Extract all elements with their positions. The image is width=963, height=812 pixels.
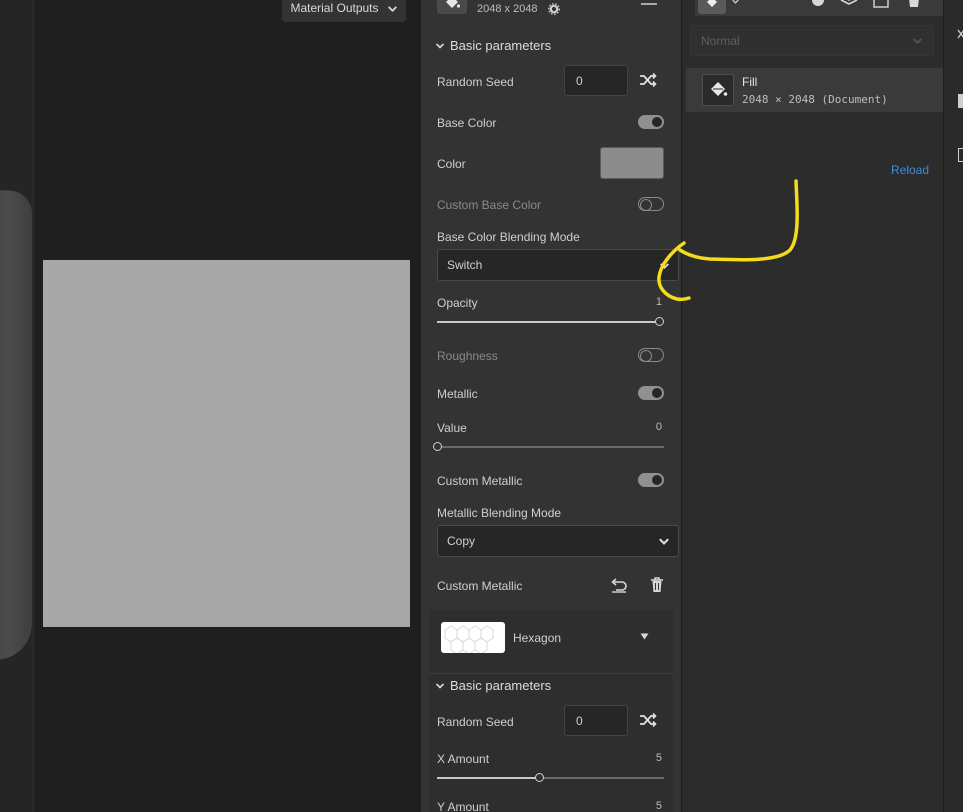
- metallic-toggle[interactable]: [638, 386, 664, 400]
- add-layer-icon[interactable]: [873, 0, 889, 8]
- random-seed-label-2: Random Seed: [437, 715, 514, 729]
- x-amount-slider-fill: [437, 777, 540, 779]
- layers-stack-icon[interactable]: [840, 0, 858, 8]
- chevron-down-icon: [659, 538, 669, 545]
- layers-panel: Normal Fill 2048 × 2048 (Document) Reloa…: [683, 0, 943, 812]
- color-label: Color: [437, 157, 466, 171]
- trash-icon[interactable]: [907, 0, 921, 8]
- random-seed-label: Random Seed: [437, 75, 514, 89]
- chevron-down-icon: [387, 5, 397, 12]
- metallic-blending-label: Metallic Blending Mode: [437, 506, 562, 520]
- custom-metallic-label: Custom Metallic: [437, 474, 523, 488]
- opacity-slider-thumb[interactable]: [655, 317, 664, 326]
- custom-base-color-toggle[interactable]: [638, 197, 664, 211]
- random-seed-value: 0: [576, 73, 583, 88]
- properties-panel: 2048 x 2048 Basic parameters Random Seed…: [420, 0, 682, 812]
- caret-down-icon[interactable]: [640, 633, 649, 640]
- basic-parameters-label: Basic parameters: [450, 38, 552, 53]
- card-divider: [429, 673, 673, 674]
- opacity-slider-fill: [437, 321, 659, 323]
- value-value: 0: [655, 421, 662, 433]
- hexagon-pattern-icon: [444, 625, 494, 653]
- roughness-label: Roughness: [437, 349, 498, 363]
- custom-metallic-section-label: Custom Metallic: [437, 579, 523, 593]
- y-amount-value: 5: [655, 800, 662, 812]
- resolution-label: 2048 x 2048: [477, 3, 538, 15]
- chevron-down-icon: [913, 38, 922, 44]
- fill-thumbnail[interactable]: [437, 0, 467, 14]
- opacity-slider[interactable]: [437, 317, 664, 326]
- mask-icon[interactable]: [810, 0, 826, 8]
- reload-link[interactable]: Reload: [891, 163, 929, 177]
- undo-icon[interactable]: [610, 577, 628, 593]
- basic-parameters-header[interactable]: Basic parameters: [435, 38, 551, 53]
- base-color-blending-select[interactable]: Switch: [437, 249, 679, 281]
- hexagon-name: Hexagon: [513, 631, 562, 645]
- viewport-3d-object: [0, 188, 32, 662]
- custom-base-color-label: Custom Base Color: [437, 198, 542, 212]
- opacity-label: Opacity: [437, 296, 478, 310]
- viewport-panel[interactable]: Material Outputs: [0, 0, 420, 812]
- x-amount-slider[interactable]: [437, 773, 664, 782]
- paint-bucket-icon: [711, 82, 728, 96]
- layer-row-fill[interactable]: Fill 2048 × 2048 (Document): [686, 68, 943, 112]
- shuffle-icon[interactable]: [639, 712, 657, 728]
- base-color-label: Base Color: [437, 116, 497, 130]
- metallic-blending-select[interactable]: Copy: [437, 525, 679, 557]
- roughness-toggle[interactable]: [638, 348, 664, 362]
- base-color-blending-label: Base Color Blending Mode: [437, 230, 580, 244]
- value-slider-thumb[interactable]: [433, 442, 442, 451]
- layer-thumbnail: [702, 74, 734, 106]
- hexagon-thumbnail[interactable]: [441, 622, 505, 653]
- layer-detail: 2048 × 2048 (Document): [742, 93, 888, 106]
- right-edge-toolbar: [943, 0, 963, 812]
- paint-bucket-icon: [707, 0, 717, 7]
- base-color-toggle[interactable]: [638, 115, 664, 129]
- color-swatch[interactable]: [600, 147, 664, 179]
- chevron-down-icon: [435, 42, 445, 49]
- random-seed-value-2: 0: [576, 713, 583, 728]
- y-amount-label: Y Amount: [437, 800, 489, 812]
- edge-tool-icon-1[interactable]: [958, 94, 963, 108]
- random-seed-input-2[interactable]: 0: [564, 705, 628, 736]
- shuffle-icon[interactable]: [639, 72, 657, 88]
- metallic-blending-value: Copy: [447, 534, 476, 548]
- menu-icon[interactable]: [640, 0, 658, 6]
- blend-mode-select[interactable]: Normal: [690, 25, 934, 56]
- close-icon[interactable]: [957, 28, 963, 40]
- trash-icon[interactable]: [649, 576, 665, 593]
- metallic-label: Metallic: [437, 387, 478, 401]
- paint-bucket-icon: [446, 0, 461, 8]
- chevron-down-icon: [435, 682, 445, 689]
- value-slider[interactable]: [433, 442, 664, 451]
- chevron-down-icon[interactable]: [731, 0, 740, 6]
- material-outputs-dropdown[interactable]: Material Outputs: [282, 0, 406, 22]
- gear-icon[interactable]: [548, 3, 560, 15]
- hexagon-pattern-card: Hexagon: [429, 610, 673, 812]
- custom-metallic-toggle[interactable]: [638, 473, 664, 487]
- layer-type-button[interactable]: [698, 0, 726, 14]
- basic-parameters-header-2[interactable]: Basic parameters: [435, 678, 551, 693]
- chevron-down-icon: [660, 262, 669, 269]
- material-outputs-label: Material Outputs: [290, 1, 379, 15]
- blend-mode-value: Normal: [701, 33, 740, 48]
- layer-name: Fill: [742, 75, 758, 89]
- x-amount-value: 5: [655, 752, 662, 764]
- value-label: Value: [437, 421, 467, 435]
- layers-toolbar: [695, 0, 943, 16]
- x-amount-label: X Amount: [437, 752, 490, 766]
- base-color-blending-value: Switch: [447, 258, 483, 272]
- basic-parameters-label-2: Basic parameters: [450, 678, 552, 693]
- edge-tool-icon-2[interactable]: [958, 148, 963, 162]
- material-preview-square: [43, 260, 410, 627]
- opacity-value: 1: [655, 296, 662, 308]
- random-seed-input[interactable]: 0: [564, 65, 628, 96]
